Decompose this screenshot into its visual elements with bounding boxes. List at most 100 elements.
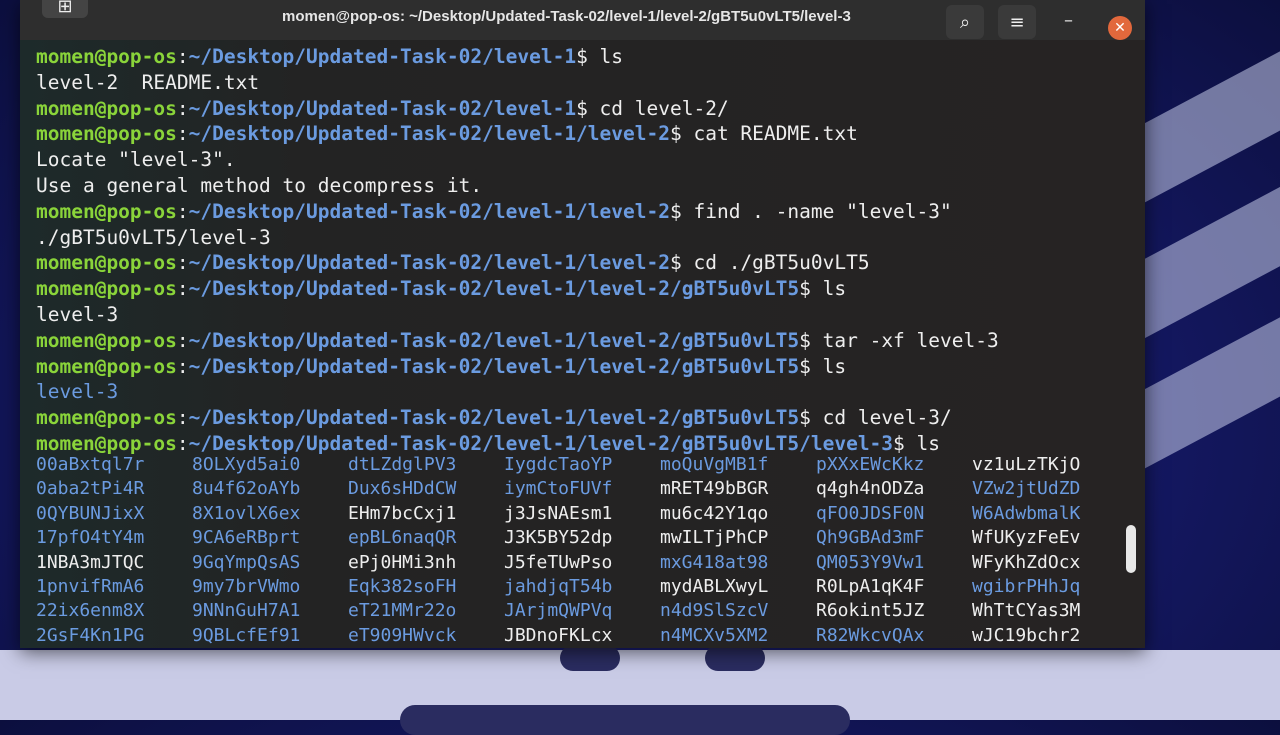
prompt-path: ~/Desktop/Updated-Task-02/level-1/level-… bbox=[188, 199, 670, 223]
prompt-line: momen@pop-os:~/Desktop/Updated-Task-02/l… bbox=[36, 121, 999, 147]
prompt-user: momen@pop-os bbox=[36, 199, 177, 223]
prompt-path: ~/Desktop/Updated-Task-02/level-1/level-… bbox=[188, 431, 894, 455]
prompt-user: momen@pop-os bbox=[36, 122, 177, 146]
title-bar[interactable]: ⊞ momen@pop-os: ~/Desktop/Updated-Task-0… bbox=[20, 0, 1145, 40]
prompt-user: momen@pop-os bbox=[36, 406, 177, 430]
ls-entry-directory: IygdcTaoYP bbox=[504, 454, 613, 475]
ls-row: 2GsF4Kn1PG 9QBLcfEf91 eT909HWvck JBDnoFKLcx… bbox=[36, 624, 1128, 648]
prompt-line: momen@pop-os:~/Desktop/Updated-Task-02/l… bbox=[36, 405, 999, 431]
command-text: ls bbox=[810, 354, 847, 378]
ls-entry-file: J3K5BY52dp bbox=[504, 527, 613, 549]
minimize-icon[interactable]: – bbox=[1064, 10, 1073, 31]
ls-entry-file: WhTtCYas3M bbox=[972, 600, 1081, 622]
prompt-dollar: $ bbox=[799, 328, 811, 352]
command-text: cd level-2/ bbox=[587, 96, 729, 120]
prompt-separator: : bbox=[176, 406, 189, 430]
prompt-user: momen@pop-os bbox=[36, 96, 177, 120]
prompt-separator: : bbox=[176, 45, 189, 68]
ls-entry-directory: 9QBLcfEf91 bbox=[192, 624, 301, 646]
ls-entry-directory: JArjmQWPVq bbox=[504, 600, 613, 622]
ls-entry-file: mwILTjPhCP bbox=[660, 527, 769, 549]
ls-entry-directory: moQuVgMB1f bbox=[660, 454, 769, 475]
prompt-dollar: $ bbox=[669, 199, 682, 223]
command-text: cd ./gBT5u0vLT5 bbox=[681, 251, 870, 275]
ls-entry-directory: 8X1ovlX6ex bbox=[192, 502, 301, 524]
new-tab-icon[interactable]: ⊞ bbox=[42, 0, 88, 18]
ls-entry-directory: eT909HWvck bbox=[348, 624, 457, 646]
output-line: level-3 bbox=[36, 302, 119, 326]
prompt-path: ~/Desktop/Updated-Task-02/level-1/level-… bbox=[188, 354, 800, 378]
prompt-dollar: $ bbox=[576, 45, 588, 68]
prompt-separator: : bbox=[176, 199, 189, 223]
prompt-dollar: $ bbox=[799, 406, 811, 430]
prompt-separator: : bbox=[176, 277, 189, 301]
ls-entry-file: EHm7bcCxj1 bbox=[348, 502, 457, 524]
ls-entry-file: mu6c42Y1qo bbox=[660, 502, 769, 524]
ls-entry-file: R6okint5JZ bbox=[816, 600, 925, 622]
ls-entry-directory: Qh9GBAd3mF bbox=[816, 527, 925, 549]
ls-entry-file: wJC19bchr2 bbox=[972, 624, 1081, 646]
prompt-separator: : bbox=[176, 431, 189, 455]
ls-entry-directory: jahdjqT54b bbox=[504, 575, 613, 597]
ls-row: 0aba2tPi4R 8u4f62oAYb Dux6sHDdCW iymCtoFUVf… bbox=[36, 477, 1128, 501]
prompt-line: momen@pop-os:~/Desktop/Updated-Task-02/l… bbox=[36, 250, 999, 276]
ls-entry-file: mydABLXwyL bbox=[660, 575, 769, 597]
ls-row: 22ix6enm8X 9NNnGuH7A1 eT21MMr22o JArjmQWPVq… bbox=[36, 599, 1128, 623]
ls-entry-directory: Eqk382soFH bbox=[348, 575, 457, 597]
ls-entry-directory: 8OLXyd5ai0 bbox=[192, 454, 301, 475]
close-icon[interactable]: ✕ bbox=[1108, 16, 1132, 40]
ls-entry-directory: QM053Y9Vw1 bbox=[816, 551, 925, 573]
ls-entry-directory: pXXxEWcKkz bbox=[816, 454, 925, 475]
command-text: cat README.txt bbox=[681, 122, 858, 146]
command-text: ls bbox=[904, 431, 941, 455]
ls-entry-directory: epBL6naqQR bbox=[348, 527, 457, 549]
terminal-window[interactable]: ⊞ momen@pop-os: ~/Desktop/Updated-Task-0… bbox=[20, 0, 1145, 648]
wallpaper-shape bbox=[400, 705, 850, 735]
wallpaper-shape bbox=[705, 645, 765, 671]
mouse-pointer-icon: ➤ bbox=[1144, 572, 1145, 596]
ls-entry-file: j3JsNAEsm1 bbox=[504, 502, 613, 524]
prompt-user: momen@pop-os bbox=[36, 251, 177, 275]
prompt-dollar: $ bbox=[669, 122, 682, 146]
ls-entry-file: 1NBA3mJTQC bbox=[36, 551, 145, 573]
ls-listing: 00aBxtql7r 8OLXyd5ai0 dtLZdglPV3 IygdcTaoYP… bbox=[36, 453, 1128, 648]
prompt-line: momen@pop-os:~/Desktop/Updated-Task-02/l… bbox=[36, 328, 999, 354]
ls-entry-directory: 2GsF4Kn1PG bbox=[36, 624, 145, 646]
command-text: cd level-3/ bbox=[810, 406, 952, 430]
prompt-path: ~/Desktop/Updated-Task-02/level-1/level-… bbox=[188, 406, 800, 430]
command-text: find . -name "level-3" bbox=[681, 199, 952, 223]
command-text: ls bbox=[810, 277, 847, 301]
search-button[interactable]: ⌕ bbox=[946, 5, 984, 39]
ls-entry-file: R0LpA1qK4F bbox=[816, 575, 925, 597]
scrollbar-thumb[interactable] bbox=[1126, 525, 1136, 573]
ls-entry-directory: 1pnvifRmA6 bbox=[36, 575, 145, 597]
prompt-dollar: $ bbox=[799, 354, 811, 378]
ls-entry-directory: wgibrPHhJq bbox=[972, 575, 1081, 597]
prompt-user: momen@pop-os bbox=[36, 328, 177, 352]
ls-entry-directory: R82WkcvQAx bbox=[816, 624, 925, 646]
prompt-dollar: $ bbox=[893, 431, 905, 455]
ls-entry-directory: dtLZdglPV3 bbox=[348, 454, 457, 475]
command-text: ls bbox=[587, 45, 624, 68]
search-icon: ⌕ bbox=[959, 11, 971, 33]
ls-entry-file: q4gh4nODZa bbox=[816, 478, 925, 500]
ls-entry-directory: eT21MMr22o bbox=[348, 600, 457, 622]
menu-button[interactable]: ≡ bbox=[998, 5, 1036, 39]
ls-entry-directory: mxG418at98 bbox=[660, 551, 769, 573]
prompt-user: momen@pop-os bbox=[36, 277, 177, 301]
output-line: ./gBT5u0vLT5/level-3 bbox=[36, 225, 271, 249]
ls-entry-file: mRET49bBGR bbox=[660, 478, 769, 500]
prompt-line: momen@pop-os:~/Desktop/Updated-Task-02/l… bbox=[36, 96, 999, 122]
terminal-output[interactable]: momen@pop-os:~/Desktop/Updated-Task-02/l… bbox=[36, 44, 999, 457]
prompt-path: ~/Desktop/Updated-Task-02/level-1/level-… bbox=[188, 277, 800, 301]
command-text: tar -xf level-3 bbox=[810, 328, 999, 352]
prompt-user: momen@pop-os bbox=[36, 431, 177, 455]
ls-row: 17pfO4tY4m 9CA6eRBprt epBL6naqQR J3K5BY52dp… bbox=[36, 526, 1128, 550]
output-line: level-2 README.txt bbox=[36, 70, 260, 94]
prompt-line: momen@pop-os:~/Desktop/Updated-Task-02/l… bbox=[36, 44, 999, 70]
prompt-path: ~/Desktop/Updated-Task-02/level-1/level-… bbox=[188, 251, 670, 275]
prompt-user: momen@pop-os bbox=[36, 45, 177, 68]
ls-entry-file: J5feTUwPso bbox=[504, 551, 613, 573]
prompt-dollar: $ bbox=[669, 251, 682, 275]
prompt-path: ~/Desktop/Updated-Task-02/level-1 bbox=[188, 45, 577, 68]
